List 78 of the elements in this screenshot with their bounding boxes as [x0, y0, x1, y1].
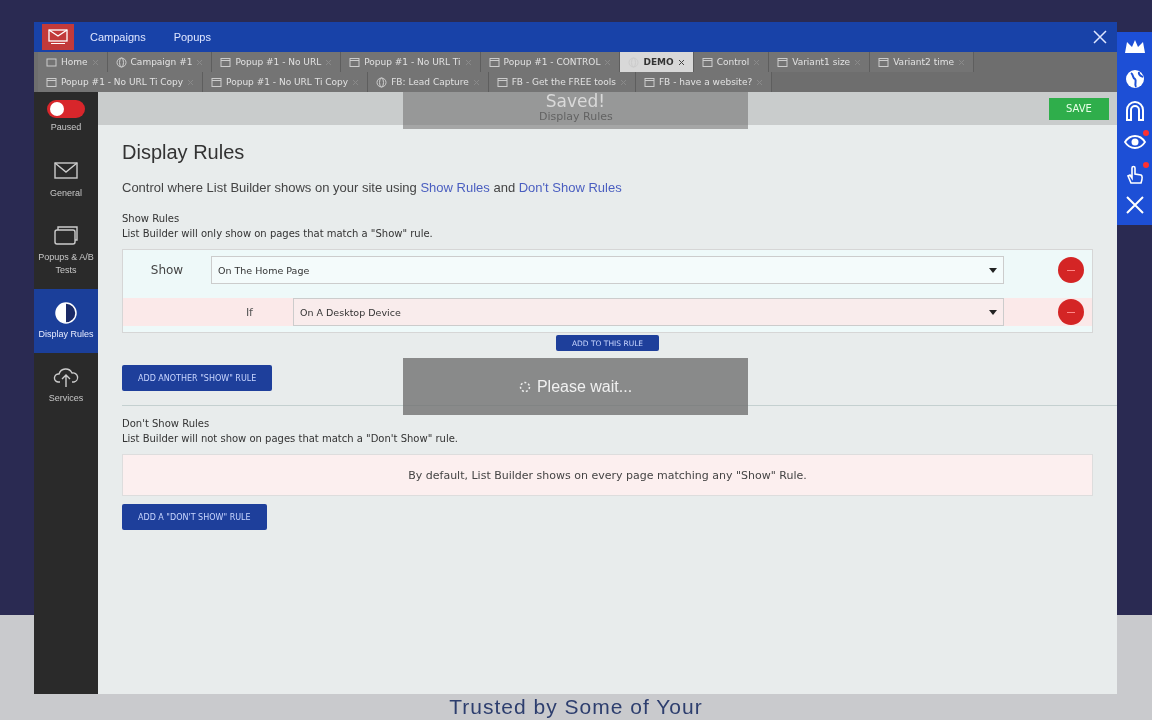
tab[interactable]: Popup #1 - No URL Ti Copy: [38, 72, 204, 92]
window-icon: [643, 76, 655, 88]
section-description: List Builder will only show on pages that match a "Show" rule.: [122, 227, 434, 241]
page-title: Display Rules: [122, 141, 246, 164]
tab[interactable]: DEMO: [620, 52, 694, 72]
tab-label: FB: Lead Capture: [391, 77, 469, 87]
dropdown[interactable]: On The Home Page: [211, 256, 1004, 284]
window-icon: [878, 56, 890, 68]
tab[interactable]: Variant2 time: [870, 52, 974, 72]
tab-label: Popup #1 - CONTROL: [503, 57, 601, 67]
loading-text: Please wait...: [536, 377, 633, 396]
globe-icon: [115, 56, 127, 68]
page-heading: Trusted by Some of Your: [449, 695, 703, 719]
window-icon: [496, 76, 508, 88]
caret-icon: [989, 267, 997, 273]
tab-label: FB - Get the FREE tools: [511, 77, 616, 87]
tab-label: FB - have a website?: [658, 77, 753, 87]
section-description: List Builder will not show on pages that match a "Don't Show" rule.: [122, 432, 459, 446]
tab[interactable]: Control: [693, 52, 770, 72]
tab[interactable]: Variant1 size: [769, 52, 871, 72]
half-circle-icon: [53, 301, 79, 325]
sidebar-item[interactable]: Display Rules: [34, 289, 98, 353]
tab[interactable]: Popup #1 - No URL Ti Copy: [203, 72, 369, 92]
dropdown[interactable]: On A Desktop Device: [293, 298, 1004, 326]
tab-label: Popup #1 - No URL Ti Copy: [226, 77, 349, 87]
close-icon[interactable]: [677, 58, 685, 66]
window-icon: [211, 76, 223, 88]
tab-label: Control: [716, 57, 750, 67]
tab[interactable]: FB - have a website?: [635, 72, 773, 92]
dont-show-rules-link[interactable]: Don't Show Rules: [518, 180, 622, 195]
toggle-switch[interactable]: [47, 100, 85, 118]
sidebar-item[interactable]: General: [34, 148, 98, 212]
caret-icon: [989, 309, 997, 315]
remove-button[interactable]: [1058, 257, 1084, 283]
cloud-upload-icon: [53, 365, 79, 389]
tab[interactable]: Popup #1 - No URL Ti: [341, 52, 481, 72]
rule-label: Show: [149, 263, 185, 277]
home-icon: [46, 56, 57, 68]
tab[interactable]: FB: Lead Capture: [368, 72, 489, 92]
sidebar-item[interactable]: Services: [34, 353, 98, 417]
condition-label: If: [244, 305, 254, 319]
nav-link[interactable]: Popups: [161, 31, 223, 43]
globe-icon: [376, 76, 388, 88]
status-label: Paused: [50, 121, 82, 134]
envelope-icon: [48, 29, 68, 45]
sidebar-item[interactable]: Popups & A/B Tests: [34, 212, 98, 289]
spinner-icon: [518, 380, 531, 393]
tab-label: Campaign #1: [130, 57, 193, 67]
window-icon: [220, 56, 232, 68]
tab-label: Popup #1 - No URL Ti: [364, 57, 461, 67]
add-rule-button[interactable]: ADD ANOTHER "SHOW" RULE: [122, 365, 273, 391]
window-icon: [349, 56, 361, 68]
window-icon: [488, 56, 500, 68]
tab-label: Variant2 time: [893, 57, 954, 67]
tab-label: Popup #1 - No URL Ti Copy: [61, 77, 184, 87]
window-icon: [701, 56, 713, 68]
close-icon: [1093, 30, 1107, 44]
windows-icon: [53, 224, 79, 248]
show-rules-link[interactable]: Show Rules: [420, 180, 490, 195]
tab-label: DEMO: [643, 57, 674, 67]
window-icon: [777, 56, 789, 68]
tab[interactable]: Popup #1 - CONTROL: [480, 52, 621, 72]
section-heading: Show Rules: [122, 212, 181, 226]
tab[interactable]: FB - Get the FREE tools: [488, 72, 636, 92]
section-heading: Don't Show Rules: [122, 417, 211, 431]
save-button[interactable]: SAVE: [1049, 97, 1109, 120]
remove-button[interactable]: [1058, 299, 1084, 325]
tab-label: Variant1 size: [792, 57, 851, 67]
tab[interactable]: Campaign #1: [107, 52, 213, 72]
tab-label: Home: [61, 57, 88, 67]
nav-link[interactable]: Campaigns: [78, 31, 158, 43]
tab-label: Popup #1 - No URL: [235, 57, 322, 67]
add-rule-button[interactable]: ADD A "DON'T SHOW" RULE: [122, 504, 267, 530]
empty-message: By default, List Builder shows on every page matching any "Show" Rule.: [122, 454, 1093, 496]
tab[interactable]: Popup #1 - No URL: [212, 52, 342, 72]
tab[interactable]: Home: [38, 52, 108, 72]
intro-text: Control where List Builder shows on your site using Show Rules and Don't Show Rules: [122, 180, 623, 195]
window-icon: [46, 76, 57, 88]
